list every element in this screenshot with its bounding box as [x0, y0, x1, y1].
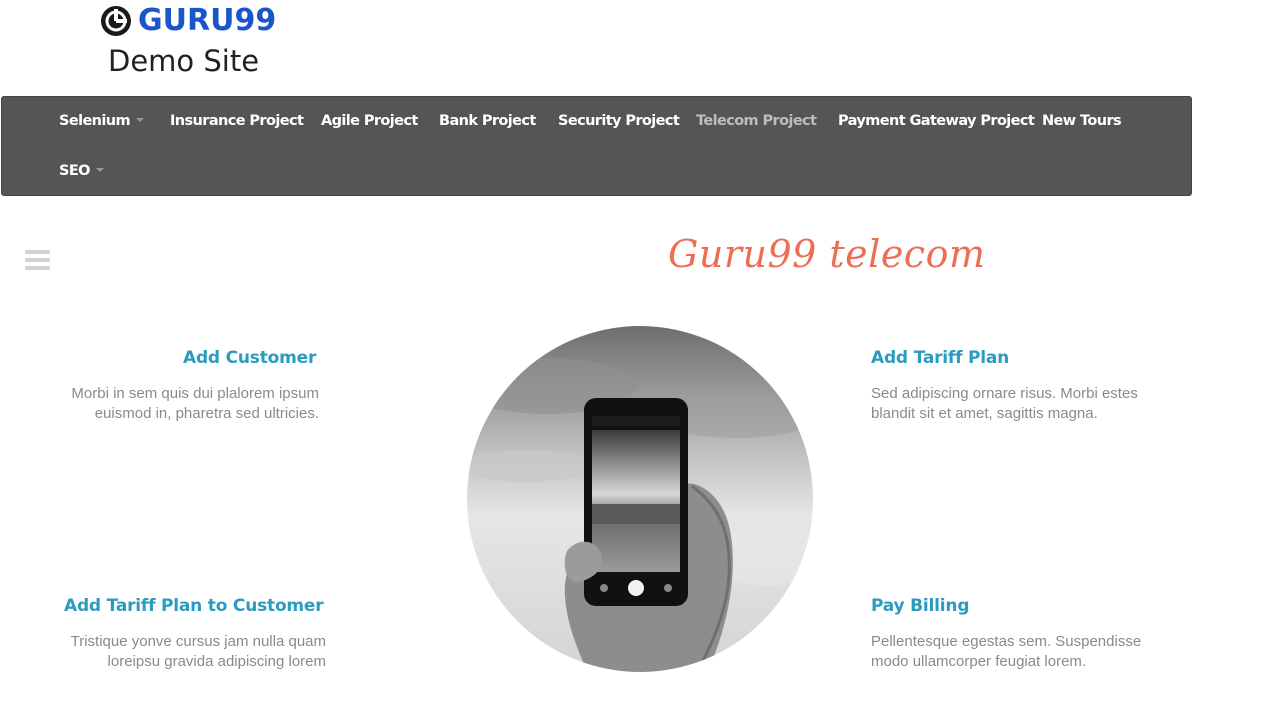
hamburger-line [25, 250, 50, 254]
nav-item-bank-project[interactable]: Bank Project [439, 111, 536, 131]
site-logo[interactable]: GURU99 Demo Site [100, 4, 290, 84]
page-heading: Guru99 telecom [668, 232, 986, 276]
add-tariff-plan-to-customer-description: Tristique yonve cursus jam nulla quam lo… [36, 632, 326, 672]
nav-item-label: Selenium [59, 113, 131, 129]
nav-item-insurance-project[interactable]: Insurance Project [170, 111, 304, 131]
pay-billing-description: Pellentesque egestas sem. Suspendisse mo… [871, 632, 1161, 672]
description-line: modo ullamcorper feugiat lorem. [871, 653, 1087, 670]
hamburger-line [25, 266, 50, 270]
add-tariff-plan-to-customer-link[interactable]: Add Tariff Plan to Customer [64, 596, 324, 616]
nav-item-payment-gateway-project[interactable]: Payment Gateway Project [838, 111, 1035, 131]
description-line: Pellentesque egestas sem. Suspendisse [871, 633, 1142, 650]
guru99-logo-icon [100, 5, 132, 37]
description-line: Morbi in sem quis dui plalorem ipsum [71, 385, 319, 402]
description-line: euismod in, pharetra sed ultricies. [94, 405, 319, 422]
description-line: Sed adipiscing ornare risus. Morbi estes [871, 385, 1138, 402]
nav-item-telecom-project[interactable]: Telecom Project [696, 111, 817, 131]
pay-billing-link[interactable]: Pay Billing [871, 596, 969, 616]
add-customer-link[interactable]: Add Customer [183, 348, 316, 368]
nav-item-new-tours[interactable]: New Tours [1042, 111, 1122, 131]
description-line: Tristique yonve cursus jam nulla quam [70, 633, 326, 650]
hamburger-menu-icon[interactable] [25, 250, 50, 272]
add-tariff-plan-description: Sed adipiscing ornare risus. Morbi estes… [871, 384, 1161, 424]
add-customer-description: Morbi in sem quis dui plalorem ipsum eui… [29, 384, 319, 424]
hand-holding-phone-image [467, 326, 813, 672]
add-tariff-plan-link[interactable]: Add Tariff Plan [871, 348, 1009, 368]
nav-item-seo[interactable]: SEO [59, 161, 104, 181]
nav-item-label: SEO [59, 163, 90, 179]
nav-item-security-project[interactable]: Security Project [558, 111, 680, 131]
nav-item-selenium[interactable]: Selenium [59, 111, 145, 131]
caret-down-icon [95, 168, 104, 172]
main-navbar: Selenium Insurance Project Agile Project… [1, 96, 1192, 196]
description-line: loreipsu gravida adipiscing lorem [107, 653, 326, 670]
description-line: blandit sit et amet, sagittis magna. [871, 405, 1098, 422]
nav-item-agile-project[interactable]: Agile Project [321, 111, 418, 131]
logo-brand-text: GURU99 [138, 3, 277, 38]
hamburger-line [25, 258, 50, 262]
caret-down-icon [136, 118, 145, 122]
logo-subtitle: Demo Site [108, 44, 260, 78]
